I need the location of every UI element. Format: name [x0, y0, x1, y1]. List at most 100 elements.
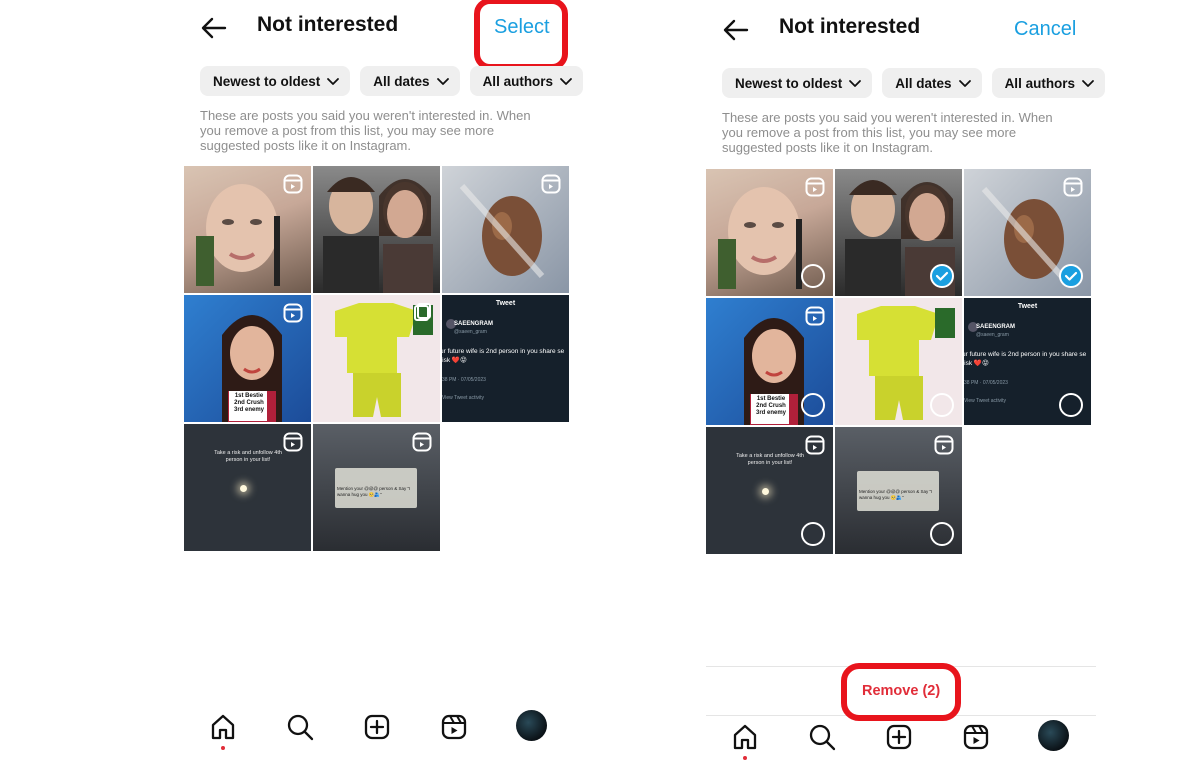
tweet-user: SAEENGRAM [454, 321, 494, 327]
date-filter[interactable]: All dates [882, 68, 982, 98]
author-filter-label: All authors [1004, 75, 1076, 91]
tweet-header: Tweet [1017, 303, 1038, 310]
reels-icon[interactable] [961, 722, 991, 752]
description-text: These are posts you said you weren't int… [200, 108, 531, 153]
moon [762, 488, 769, 495]
post-tile[interactable] [706, 169, 833, 296]
reel-icon [412, 432, 432, 452]
post-tile[interactable] [184, 166, 311, 293]
filter-bar: Newest to oldest All dates All authors [722, 68, 1106, 98]
reel-icon [805, 435, 825, 455]
highlight-annotation [474, 0, 568, 70]
reels-icon[interactable] [439, 712, 469, 742]
date-filter[interactable]: All dates [360, 66, 460, 96]
post-tile[interactable]: Take a risk and unfollow 4th person in y… [706, 427, 833, 554]
reel-icon [805, 177, 825, 197]
post-caption: Mention your @@@ person & Say "I wanna h… [859, 489, 933, 500]
tweet-activity: View Tweet activity [964, 398, 1007, 404]
tweet-user: SAEENGRAM [976, 324, 1016, 330]
page-title: Not interested [779, 15, 921, 38]
select-checkbox[interactable] [801, 522, 825, 546]
moon [240, 485, 247, 492]
reel-icon [414, 303, 431, 321]
header: Not interested Select [184, 0, 584, 70]
home-icon[interactable] [730, 722, 760, 752]
post-caption: Take a risk and unfollow 4th person in y… [736, 453, 804, 466]
post-caption: 1st Bestie 2nd Crush 3rd enemy [755, 396, 786, 416]
select-checkbox[interactable] [930, 393, 954, 417]
profile-avatar[interactable] [516, 710, 547, 741]
selected-checkbox[interactable] [930, 264, 954, 288]
post-tile[interactable]: 1st Bestie 2nd Crush 3rd enemy [184, 295, 311, 422]
selected-checkbox[interactable] [1059, 264, 1083, 288]
reel-icon [283, 174, 303, 194]
chevron-down-icon [958, 80, 971, 87]
post-tile[interactable] [442, 166, 569, 293]
author-filter[interactable]: All authors [991, 68, 1106, 98]
bottom-nav [184, 710, 574, 756]
tweet-time: 38 PM · 07/05/2023 [964, 380, 1008, 386]
reel-icon [934, 435, 954, 455]
highlight-annotation [841, 663, 961, 721]
select-checkbox[interactable] [801, 264, 825, 288]
profile-avatar[interactable] [1038, 720, 1069, 751]
sort-filter[interactable]: Newest to oldest [200, 66, 351, 96]
post-tile[interactable]: Tweet SAEENGRAM @saeen_gram ur future wi… [442, 295, 569, 422]
select-checkbox[interactable] [1059, 393, 1083, 417]
reel-icon [541, 174, 561, 194]
post-caption: 1st Bestie 2nd Crush 3rd enemy [233, 393, 264, 413]
select-checkbox[interactable] [930, 522, 954, 546]
reel-icon [283, 303, 303, 323]
tweet-header: Tweet [495, 300, 516, 307]
post-tile[interactable]: Mention your @@@ person & Say "I wanna h… [313, 424, 440, 551]
post-tile[interactable] [835, 169, 962, 296]
post-thumbnail [323, 177, 433, 293]
check-icon [935, 271, 949, 281]
reel-icon [283, 432, 303, 452]
post-tile[interactable]: 1st Bestie 2nd Crush 3rd enemy [706, 298, 833, 425]
sort-filter-label: Newest to oldest [213, 73, 321, 89]
search-icon[interactable] [285, 712, 315, 742]
post-tile[interactable]: Take a risk and unfollow 4th person in y… [184, 424, 311, 551]
header: Not interested Cancel [706, 10, 1106, 50]
post-tile[interactable] [313, 166, 440, 293]
post-tile[interactable]: Tweet SAEENGRAM @saeen_gram ur future wi… [964, 298, 1091, 425]
chevron-down-icon [436, 78, 449, 85]
chevron-down-icon [849, 80, 862, 87]
tweet-text: ur future wife is 2nd person in you shar… [964, 351, 1087, 367]
plus-square-icon[interactable] [362, 712, 392, 742]
post-tile[interactable] [964, 169, 1091, 296]
tweet-handle: @saeen_gram [976, 332, 1009, 338]
sort-filter[interactable]: Newest to oldest [722, 68, 873, 98]
home-icon[interactable] [208, 712, 238, 742]
home-active-dot [221, 746, 225, 750]
page-title: Not interested [257, 13, 399, 36]
post-caption: Take a risk and unfollow 4th person in y… [214, 450, 282, 463]
screen-right: Not interested Cancel Newest to oldest A… [706, 0, 1106, 760]
author-filter-label: All authors [482, 73, 554, 89]
date-filter-label: All dates [895, 75, 952, 91]
post-tile[interactable] [313, 295, 440, 422]
arrow-left-icon[interactable] [722, 16, 750, 44]
arrow-left-icon[interactable] [200, 14, 228, 42]
filter-bar: Newest to oldest All dates All authors [200, 66, 584, 96]
description-text: These are posts you said you weren't int… [722, 110, 1053, 155]
tweet-text: ur future wife is 2nd person in you shar… [442, 348, 565, 364]
cancel-button[interactable]: Cancel [1014, 18, 1076, 41]
chevron-down-icon [560, 78, 572, 85]
plus-square-icon[interactable] [884, 722, 914, 752]
post-tile[interactable] [835, 298, 962, 425]
select-checkbox[interactable] [801, 393, 825, 417]
check-icon [1064, 271, 1078, 281]
post-grid: 1st Bestie 2nd Crush 3rd enemy Tweet SAE… [706, 169, 1096, 554]
tweet-handle: @saeen_gram [454, 329, 487, 335]
date-filter-label: All dates [373, 73, 430, 89]
sort-filter-label: Newest to oldest [735, 75, 843, 91]
post-tile[interactable]: Mention your @@@ person & Say "I wanna h… [835, 427, 962, 554]
reel-icon [805, 306, 825, 326]
post-grid: 1st Bestie 2nd Crush 3rd enemy Tweet SAE… [184, 166, 574, 551]
search-icon[interactable] [807, 722, 837, 752]
post-caption: Mention your @@@ person & Say "I wanna h… [337, 486, 411, 497]
tweet-time: 38 PM · 07/05/2023 [442, 377, 486, 383]
author-filter[interactable]: All authors [469, 66, 584, 96]
